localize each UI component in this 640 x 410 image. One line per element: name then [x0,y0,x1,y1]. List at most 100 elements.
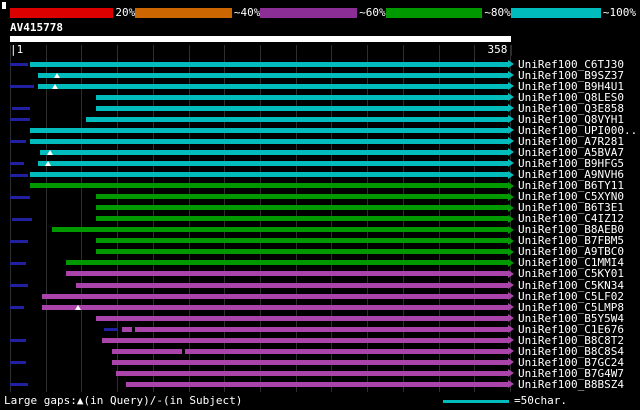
alignment-bar[interactable] [96,94,508,100]
arrowhead-icon [508,281,514,289]
alignment-bar[interactable] [112,359,508,365]
low-score-segment [10,63,28,66]
arrowhead-icon [508,71,514,80]
arrowhead-icon [508,203,514,212]
arrowhead-icon [508,380,514,389]
alignment-bar[interactable] [66,260,508,266]
alignment-bar[interactable] [76,282,508,288]
alignment-bar[interactable] [40,149,508,155]
scale-segment-label: 20% [113,6,136,19]
arrowhead-icon [508,336,514,345]
low-score-segment [10,85,34,89]
low-score-segment [10,195,30,199]
alignment-bar[interactable] [126,381,508,387]
arrowhead-icon [508,214,514,223]
hit-label[interactable]: UniRef100_B9H4U1 [518,81,624,92]
scale-segment-label: ~80% [482,6,511,19]
low-score-segment [10,361,26,365]
scale-segment: ~100% [510,7,637,18]
scale-segment-label: ~40% [231,6,261,19]
low-score-segment [10,173,28,177]
query-end-coordinate: 358| [487,43,515,56]
alignment-bar[interactable] [30,138,508,144]
alignment-bar[interactable] [96,194,508,200]
scale-segment-label: ~60% [357,6,386,19]
alignment-bar[interactable] [96,205,508,211]
arrowhead-icon [508,181,514,190]
hit-label[interactable]: UniRef100_B9SZ37 [518,70,624,81]
hit-label[interactable]: UniRef100_C6TJ30 [518,59,624,70]
alignment-bar[interactable] [96,249,508,255]
alignment-bar[interactable] [42,304,508,310]
low-score-segment [10,383,28,387]
alignment-bar[interactable] [96,315,508,321]
arrowhead-icon [508,292,514,301]
low-score-segment [10,140,26,144]
low-score-segment [10,339,26,343]
query-bar [10,36,511,42]
alignment-bar[interactable] [30,61,508,67]
arrowhead-icon [508,347,514,356]
scale-segment: ~80% [385,6,511,19]
arrowhead-icon [508,115,514,124]
hit-label[interactable]: UniRef100_C5KN34 [518,280,624,291]
hit-label[interactable]: UniRef100_C5KY01 [518,268,624,279]
alignment-bar[interactable] [38,160,508,166]
arrowhead-icon [508,82,514,91]
arrowhead-icon [508,325,514,334]
scale-segment: 20% [10,6,136,19]
alignment-overview-screen: 20% ~40% ~60% ~80% ~100% AV415778 |1 358| Un… [0,0,640,410]
hit-label[interactable]: UniRef100_C5LMP8 [518,302,624,313]
arrowhead-icon [508,60,514,68]
query-name: AV415778 [10,21,63,34]
cursor-artifact [2,2,6,9]
alignment-bar[interactable] [30,127,508,133]
low-score-segment [10,306,24,310]
low-score-segment [10,239,28,243]
alignment-bar[interactable] [112,348,508,354]
alignment-bar[interactable] [38,83,508,89]
alignment-bar[interactable] [30,183,508,189]
hit-label[interactable]: UniRef100_B8BSZ4 [518,379,624,390]
alignment-bar[interactable] [102,337,508,343]
arrowhead-icon [508,369,514,378]
low-score-segment [10,261,26,265]
alignment-bar[interactable] [122,326,508,332]
alignment-bar[interactable] [96,105,508,111]
arrowhead-icon [508,126,514,135]
arrowhead-icon [508,358,514,367]
alignment-bar[interactable] [42,293,508,299]
alignment-bar[interactable] [96,238,508,244]
alignment-bar[interactable] [30,172,508,177]
hit-label[interactable]: UniRef100_Q8LES0 [518,92,624,103]
alignment-bar[interactable] [86,116,508,122]
query-gap-marker-icon [45,161,51,167]
arrowhead-icon [508,93,514,102]
large-gaps-legend: Large gaps:▲(in Query)/-(in Subject) [4,394,243,407]
alignment-bar[interactable] [116,370,508,376]
arrowhead-icon [508,137,514,146]
low-score-segment [104,328,118,332]
alignment-bar[interactable] [66,271,508,277]
arrowhead-icon [508,225,514,234]
identity-scale-bar: 20% ~40% ~60% ~80% ~100% [10,6,637,19]
alignment-bar[interactable] [38,72,508,78]
arrowhead-icon [508,269,514,278]
arrowhead-icon [508,148,514,157]
scale-segment: ~60% [260,6,386,19]
hit-label[interactable]: UniRef100_C5LF02 [518,291,624,302]
alignment-bar[interactable] [52,227,508,233]
query-gap-marker-icon [47,150,53,156]
arrowhead-icon [508,159,514,168]
arrowhead-icon [508,236,514,245]
arrowhead-icon [508,104,514,113]
arrowhead-icon [508,170,514,179]
hit-label[interactable]: UniRef100_B5Y5W4 [518,313,624,324]
arrowhead-icon [508,314,514,323]
arrowhead-icon [508,192,514,201]
arrowhead-icon [508,303,514,312]
ruler-legend-text: =50char. [514,394,567,407]
subject-gap-marker [182,348,185,354]
low-score-segment [12,107,30,111]
alignment-bar[interactable] [96,216,508,222]
